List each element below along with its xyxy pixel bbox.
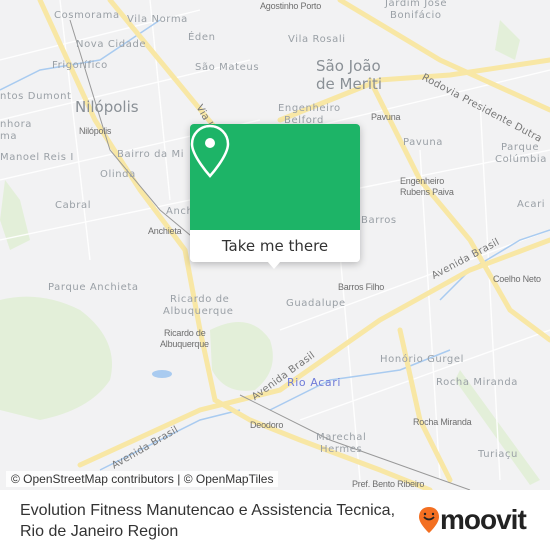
label-ricardo-2: Albuquerque [163,306,234,317]
label-frigorifico: Frigorífico [52,60,108,71]
moovit-wordmark: moovit [440,504,527,535]
label-guadalupe: Guadalupe [286,298,346,309]
label-eden: Éden [188,32,216,43]
label-honorio-gurgel: Honório Gurgel [380,354,464,365]
label-nilopolis: Nilópolis [75,98,139,116]
label-jardim-jose-2: Bonifácio [390,10,442,21]
label-jardim-jose-1: Jardim José [385,0,448,9]
label-parque-anchieta: Parque Anchieta [48,282,139,293]
label-bairro-da-mina: Bairro da Mi [117,149,185,160]
label-deodoro: Deodoro [250,420,284,430]
label-eng-belford-1: Engenheiro [278,103,341,114]
label-nilopolis-station: Nilópolis [79,126,112,136]
place-title-line2: Rio de Janeiro Region [20,523,179,540]
label-rocha-miranda: Rocha Miranda [436,377,519,388]
label-santos-dumont: ntos Dumont [0,91,72,102]
location-popup[interactable]: Take me there [190,124,360,269]
moovit-pin-icon [419,507,439,533]
label-acari: Acari [517,199,546,210]
label-cosmorama: Cosmorama [54,10,120,21]
label-rio-acari: Rio Acari [287,376,342,389]
label-senhora-1: nhora [0,119,33,130]
label-marechal-1: Marechal [316,432,367,443]
label-pavuna: Pavuna [403,137,444,148]
label-anchieta-station: Anchieta [148,226,182,236]
map-attribution[interactable]: © OpenStreetMap contributors | © OpenMap… [6,471,279,487]
label-nova-cidade: Nova Cidade [76,39,147,50]
label-vila-rosali: Vila Rosali [288,34,346,45]
label-manoel-reis: Manoel Reis I [0,152,74,163]
label-marechal-2: Hermes [320,444,363,455]
label-ricardo-station-2: Albuquerque [160,339,209,349]
label-cabral: Cabral [55,200,92,211]
label-parque-columbia-1: Parque [501,142,540,153]
label-sao-joao-2: de Meriti [316,75,383,93]
label-parque-columbia-2: Colúmbia [495,154,548,165]
label-vila-norma: Vila Norma [127,14,188,25]
label-bento-ribeiro: Pref. Bento Ribeiro [352,479,425,489]
label-barros: Barros [361,215,397,226]
popup-pointer [267,261,281,269]
label-ricardo-1: Ricardo de [170,294,230,305]
popup-header [190,124,360,230]
label-agostinho-porto: Agostinho Porto [260,1,322,11]
place-title-line1: Evolution Fitness Manutencao e Assistenc… [20,502,396,519]
label-senhora-2: ma [0,131,18,142]
label-barros-filho: Barros Filho [338,282,385,292]
place-title: Evolution Fitness Manutencao e Assistenc… [20,500,395,542]
label-pavuna-station: Pavuna [371,112,401,122]
moovit-logo[interactable]: moovit [418,504,527,536]
label-sao-joao-1: São João [316,57,381,75]
map-pin-icon [190,124,230,178]
label-rocha-miranda-station: Rocha Miranda [413,417,472,427]
label-turiacu: Turiaçu [478,449,518,460]
label-eng-rubens-2: Rubens Paiva [400,187,454,197]
label-olinda: Olinda [100,169,136,180]
map[interactable]: Agostinho Porto Jardim José Bonifácio Co… [0,0,550,490]
label-coelho-neto: Coelho Neto [493,274,541,284]
label-sao-mateus: São Mateus [195,62,260,73]
take-me-there-button[interactable]: Take me there [190,230,360,262]
